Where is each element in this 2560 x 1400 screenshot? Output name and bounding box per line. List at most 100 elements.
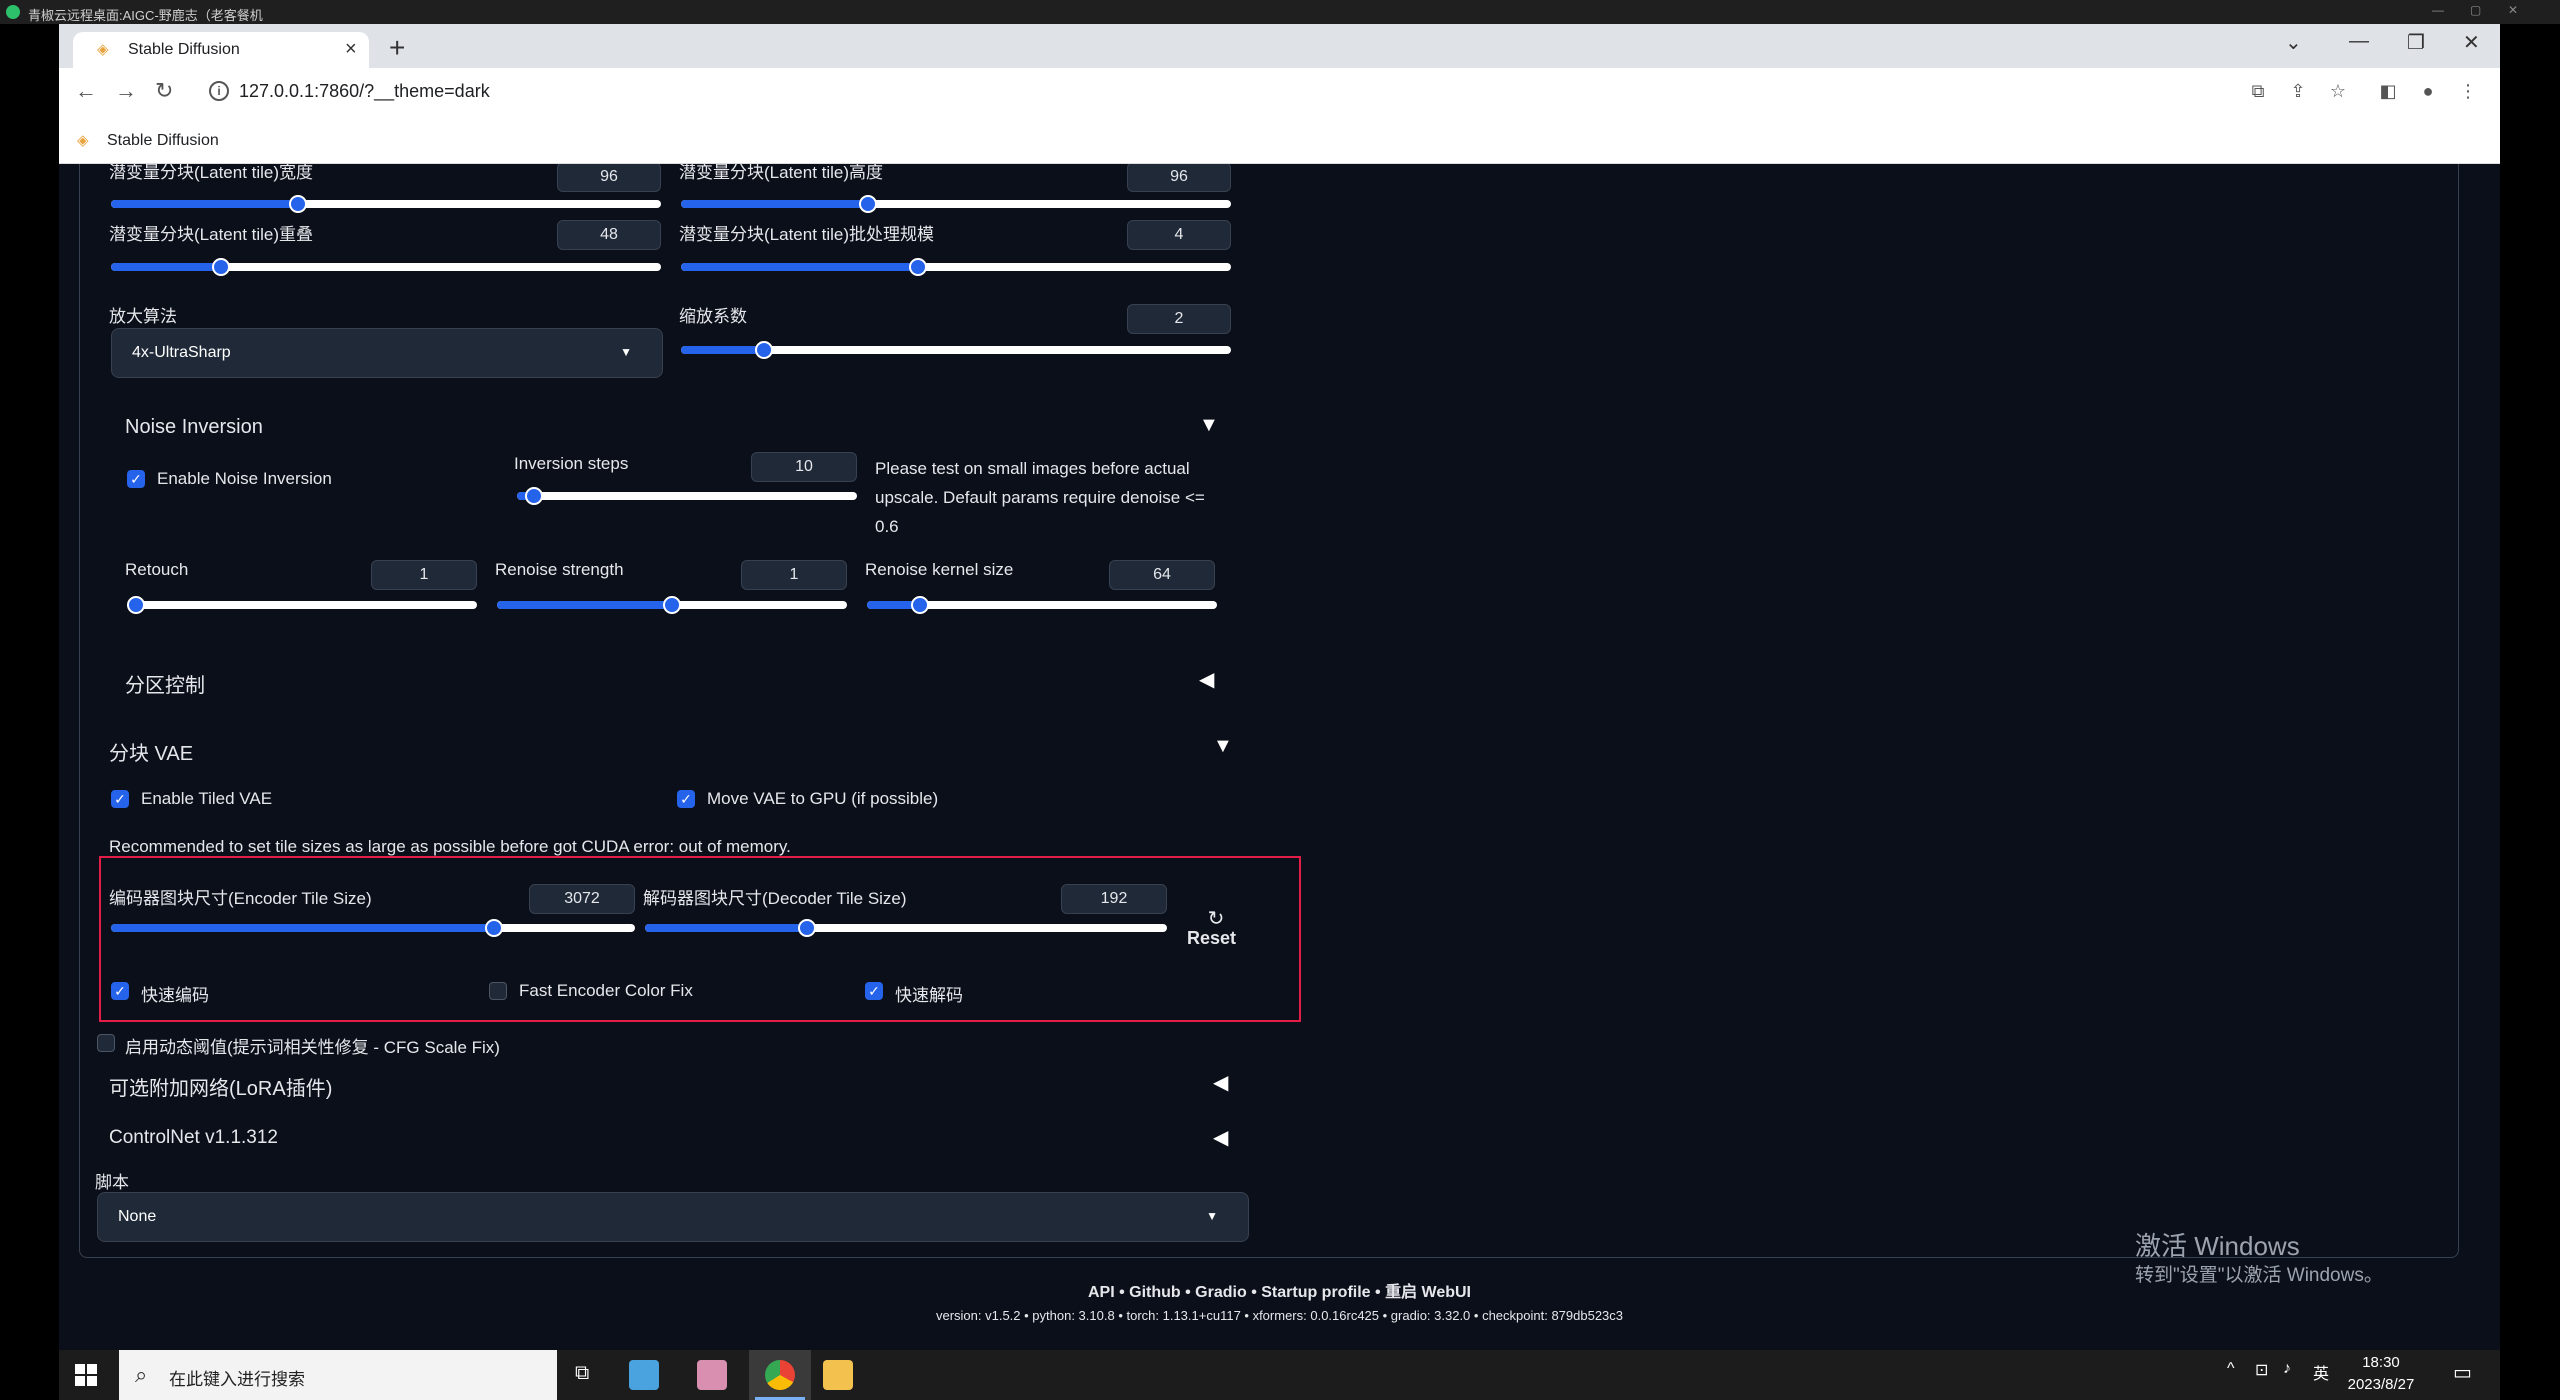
profile-icon[interactable]: ● [2417,81,2439,103]
file-explorer-icon[interactable] [823,1360,853,1390]
move-vae-gpu-checkbox[interactable]: ✓ [677,790,695,808]
reset-button[interactable]: Reset [1187,928,1236,949]
script-label: 脚本 [95,1173,129,1192]
retouch-label: Retouch [125,560,189,579]
cfg-fix-label: 启用动态阈值(提示词相关性修复 - CFG Scale Fix) [125,1038,500,1057]
tile-height-input[interactable]: 96 [1127,164,1231,192]
enable-tiled-vae-checkbox[interactable]: ✓ [111,790,129,808]
inversion-steps-slider[interactable] [517,487,857,505]
taskbar-search[interactable]: ⌕ 在此键入进行搜索 [119,1350,557,1400]
renoise-kernel-slider[interactable] [867,596,1217,614]
tab-stable-diffusion[interactable]: ◈ Stable Diffusion × [73,32,369,68]
address-bar[interactable]: i 127.0.0.1:7860/?__theme=dark [199,72,2299,112]
upscaler-dropdown[interactable]: 4x-UltraSharp ▼ [111,328,663,378]
fast-encoder-checkbox[interactable]: ✓ [111,982,129,1000]
tile-overlap-slider[interactable] [111,258,661,276]
scale-factor-slider[interactable] [681,341,1231,359]
renoise-strength-input[interactable]: 1 [741,560,847,590]
cfg-fix-checkbox[interactable] [97,1034,115,1052]
footer-links[interactable]: API • Github • Gradio • Startup profile … [59,1278,2500,1302]
tile-batch-input[interactable]: 4 [1127,220,1231,250]
tray-chevron-icon[interactable]: ^ [2227,1360,2235,1378]
retouch-slider[interactable] [127,596,477,614]
bookmark-favicon-icon: ◈ [77,132,89,149]
decoder-tile-size-input[interactable]: 192 [1061,884,1167,914]
encoder-tile-size-input[interactable]: 3072 [529,884,635,914]
fast-decoder-checkbox[interactable]: ✓ [865,982,883,1000]
controlnet-title[interactable]: ControlNet v1.1.312 [109,1127,278,1149]
region-control-title[interactable]: 分区控制 [125,669,205,698]
minimize-icon[interactable]: — [2349,30,2369,53]
script-dropdown[interactable]: None ▼ [97,1192,1249,1242]
lora-title[interactable]: 可选附加网络(LoRA插件) [109,1072,332,1101]
back-icon[interactable]: ← [75,78,97,104]
inversion-steps-input[interactable]: 10 [751,452,857,482]
tile-width-input[interactable]: 96 [557,164,661,192]
chevron-down-icon: ▼ [620,345,632,359]
remote-restore-icon[interactable]: ▢ [2470,3,2481,17]
side-panel-icon[interactable]: ◧ [2377,81,2399,103]
forward-icon[interactable]: → [115,78,137,104]
encoder-tile-size-slider[interactable] [111,919,635,937]
tile-height-label: 潜变量分块(Latent tile)高度 [679,164,884,182]
app-icon-notepad[interactable] [629,1360,659,1390]
menu-kebab-icon[interactable]: ⋮ [2457,81,2479,103]
close-window-icon[interactable]: ✕ [2463,30,2480,55]
fast-encoder-label: 快速编码 [141,986,209,1005]
tab-title: Stable Diffusion [128,41,240,58]
bookmark-stable-diffusion[interactable]: Stable Diffusion [107,132,219,150]
decoder-tile-size-slider[interactable] [645,919,1167,937]
enable-tiled-vae-label: Enable Tiled VAE [141,789,273,808]
fast-color-fix-checkbox[interactable] [489,982,507,1000]
tab-close-icon[interactable]: × [345,38,357,61]
retouch-input[interactable]: 1 [371,560,477,590]
bookmarks-bar: ◈ Stable Diffusion [59,118,2500,164]
windows-start-icon[interactable] [75,1364,97,1386]
tile-overlap-input[interactable]: 48 [557,220,661,250]
tile-overlap-label: 潜变量分块(Latent tile)重叠 [109,225,314,244]
expand-triangle-icon[interactable]: ◀ [1213,1125,1228,1150]
tab-search-chevron-icon[interactable]: ⌄ [2285,30,2302,55]
clock[interactable]: 18:30 2023/8/27 [2341,1352,2421,1396]
collapse-triangle-icon[interactable]: ▼ [1213,735,1233,758]
noise-inversion-note: Please test on small images before actua… [875,459,1205,536]
footer-versions: version: v1.5.2 • python: 3.10.8 • torch… [935,1308,1624,1323]
taskbar-search-placeholder[interactable]: 在此键入进行搜索 [169,1365,305,1390]
new-tab-icon[interactable]: + [389,32,405,64]
collapse-triangle-icon[interactable]: ▼ [1199,414,1219,437]
renoise-kernel-input[interactable]: 64 [1109,560,1215,590]
task-view-icon[interactable]: ⧉ [575,1362,589,1385]
expand-triangle-icon[interactable]: ◀ [1213,1070,1228,1095]
enable-noise-inversion-checkbox[interactable]: ✓ [127,470,145,488]
share-icon[interactable]: ⇪ [2287,81,2309,103]
stable-diffusion-favicon-icon: ◈ [97,41,109,58]
noise-inversion-title[interactable]: Noise Inversion [125,416,263,439]
tile-batch-slider[interactable] [681,258,1231,276]
toolbar: ← → ↻ i 127.0.0.1:7860/?__theme=dark ⧉ ⇪… [59,68,2500,118]
remote-minimize-icon[interactable]: — [2432,3,2444,17]
renoise-strength-label: Renoise strength [495,560,624,579]
volume-icon[interactable]: ♪ [2283,1360,2291,1378]
renoise-strength-slider[interactable] [497,596,847,614]
site-info-icon[interactable]: i [209,81,229,101]
tiled-vae-title[interactable]: 分块 VAE [109,737,193,766]
notifications-icon[interactable]: ▭ [2453,1360,2472,1385]
restore-icon[interactable]: ❐ [2407,30,2425,55]
url-text[interactable]: 127.0.0.1:7860/?__theme=dark [239,81,490,102]
bookmark-star-icon[interactable]: ☆ [2327,81,2349,103]
app-icon-avatar[interactable] [697,1360,727,1390]
reload-icon[interactable]: ↻ [155,78,173,104]
activation-watermark-title: 激活 Windows [2135,1231,2300,1261]
remote-close-icon[interactable]: ✕ [2508,3,2518,17]
expand-triangle-icon[interactable]: ◀ [1199,667,1214,692]
scale-factor-input[interactable]: 2 [1127,304,1231,334]
translate-icon[interactable]: ⧉ [2247,81,2269,103]
tile-width-slider[interactable] [111,195,661,213]
ime-indicator[interactable]: 英 [2313,1360,2329,1384]
tile-height-slider[interactable] [681,195,1231,213]
renoise-kernel-label: Renoise kernel size [865,560,1014,579]
chrome-taskbar-active[interactable] [749,1350,811,1400]
browser-window: ◈ Stable Diffusion × + ⌄ — ❐ ✕ ← → ↻ i 1… [59,24,2500,164]
remote-title: 青椒云远程桌面:AIGC-野鹿志（老客餐机 [28,8,263,23]
network-icon[interactable]: ⊡ [2255,1360,2268,1380]
